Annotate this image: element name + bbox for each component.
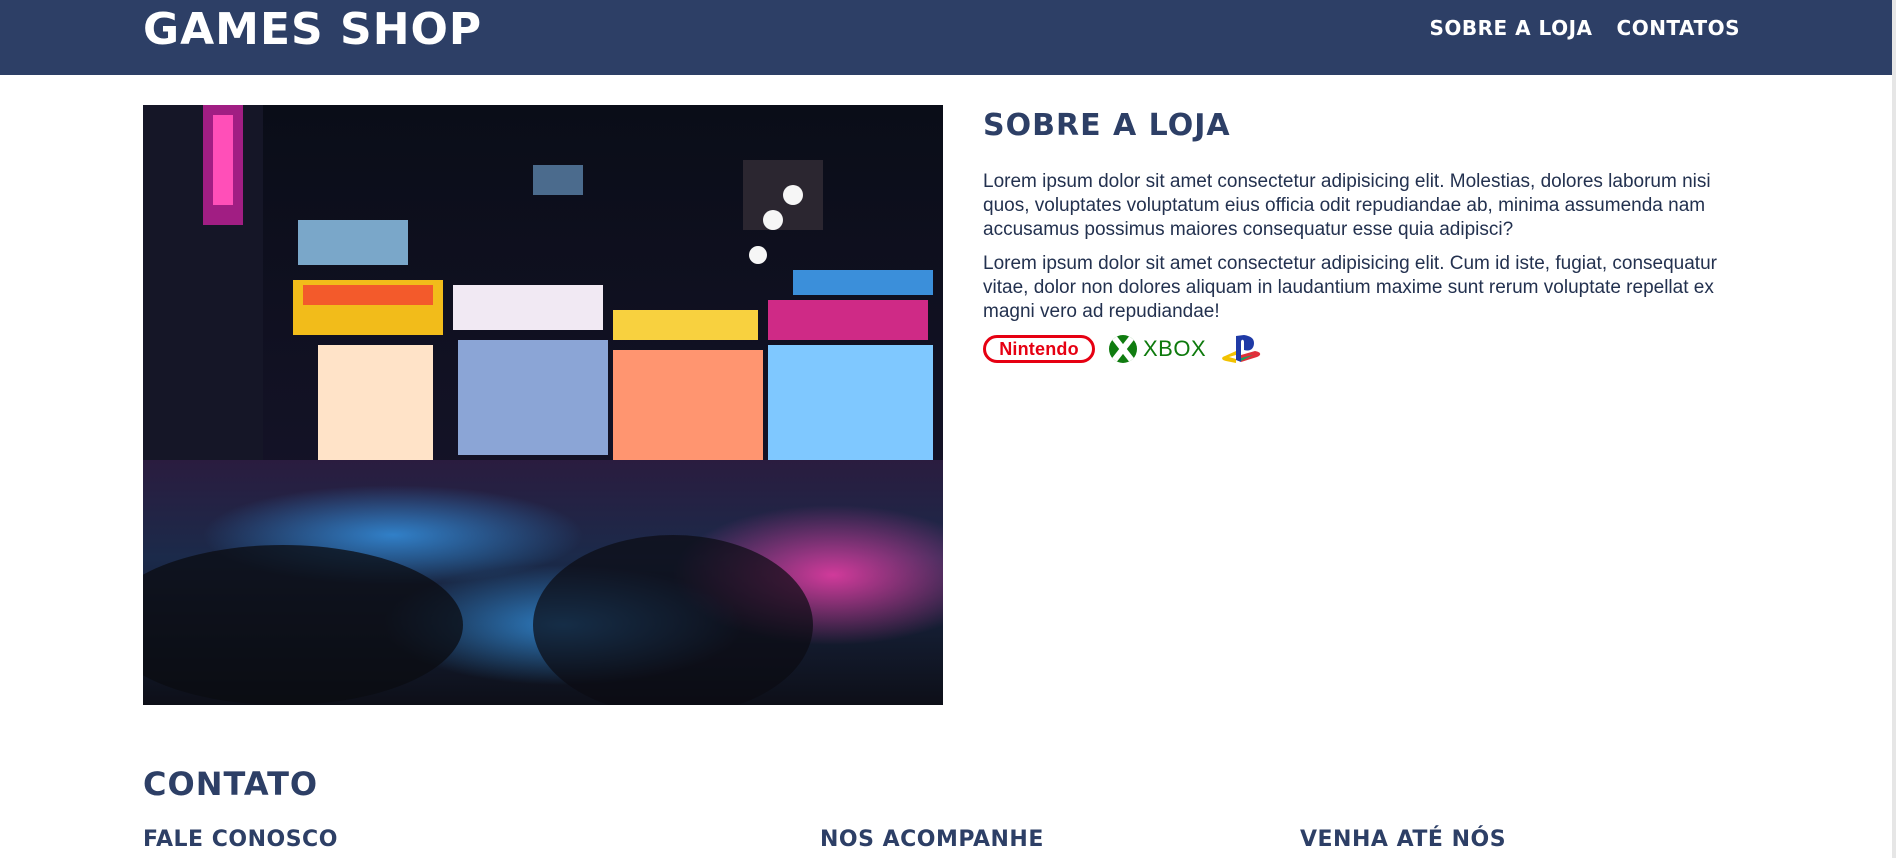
site-header: GAMES SHOP SOBRE A LOJA CONTATOS <box>0 0 1892 75</box>
playstation-icon <box>1220 334 1264 364</box>
contact-columns: FALE CONOSCO NOS ACOMPANHE VENHA ATÉ NÓS <box>0 826 1896 858</box>
contact-title: CONTATO <box>143 765 319 803</box>
about-paragraph-1: Lorem ipsum dolor sit amet consectetur a… <box>983 171 1711 240</box>
nintendo-logo-text: Nintendo <box>999 338 1079 359</box>
contact-column-venha-ate-nos: VENHA ATÉ NÓS <box>1300 827 1507 852</box>
brand-logo[interactable]: GAMES SHOP <box>143 6 482 54</box>
nav-link-sobre-a-loja[interactable]: SOBRE A LOJA <box>1429 16 1592 40</box>
brand-logos: Nintendo XBOX <box>983 334 1743 364</box>
about-title: SOBRE A LOJA <box>983 108 1231 143</box>
xbox-logo-text: XBOX <box>1143 336 1207 361</box>
xbox-logo: XBOX <box>1109 335 1206 363</box>
storefront-photo-illustration <box>143 105 943 705</box>
storefront-photo <box>143 105 943 705</box>
about-paragraph-2: Lorem ipsum dolor sit amet consectetur a… <box>983 253 1717 322</box>
page-scrollbar[interactable] <box>1892 0 1896 858</box>
nav-link-contatos[interactable]: CONTATOS <box>1617 16 1740 40</box>
main-nav: SOBRE A LOJA CONTATOS <box>1429 16 1740 40</box>
about-section: SOBRE A LOJA Lorem ipsum dolor sit amet … <box>983 108 1743 364</box>
playstation-icon-svg <box>1222 335 1261 363</box>
contact-column-fale-conosco: FALE CONOSCO <box>143 827 338 852</box>
nintendo-logo: Nintendo <box>983 335 1095 363</box>
xbox-icon <box>1109 335 1137 363</box>
contact-column-nos-acompanhe: NOS ACOMPANHE <box>820 827 1044 852</box>
